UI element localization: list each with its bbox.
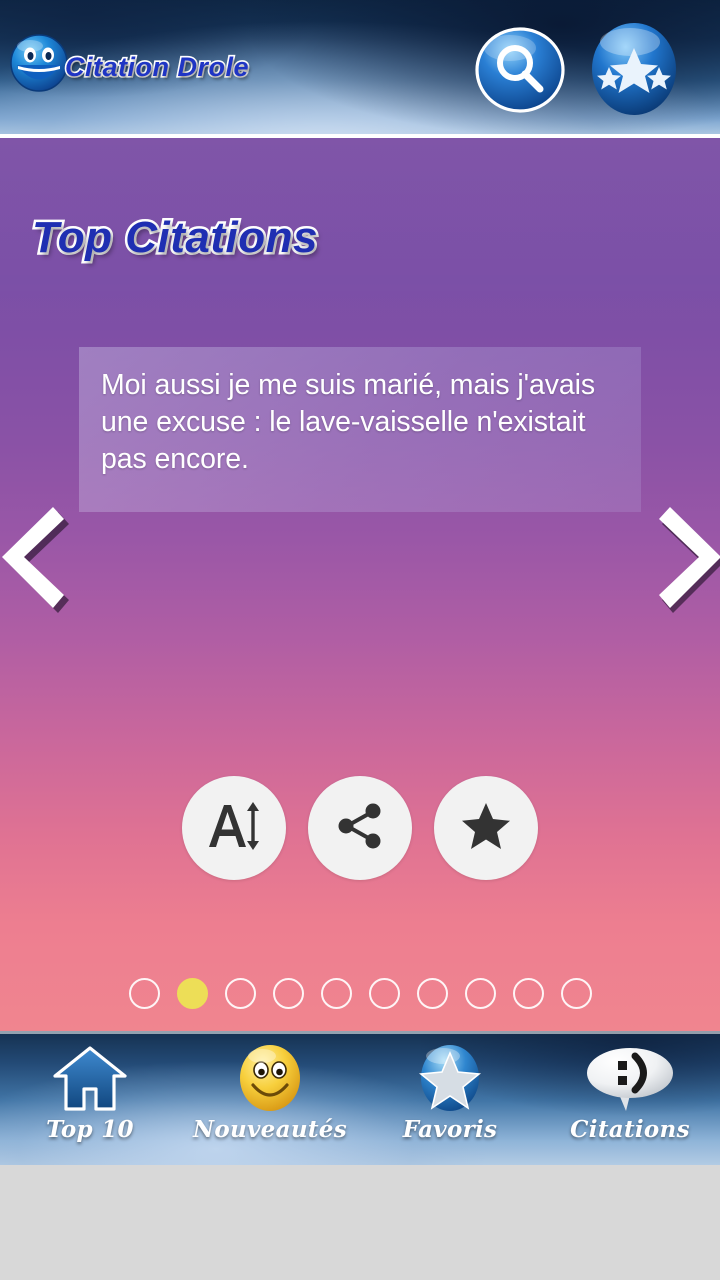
home-icon [52,1043,128,1115]
blue-smiley-icon [8,32,70,94]
share-button[interactable] [308,776,412,880]
bottom-navigation: Top 10 Nouveautés Favoris Citations [0,1031,720,1165]
speech-bubble-icon [582,1043,678,1115]
nav-label-nouveautes: Nouveautés [193,1116,347,1143]
nav-label-favoris: Favoris [402,1116,498,1143]
favorite-button[interactable] [434,776,538,880]
pagination-dot[interactable] [560,978,592,1009]
chevron-right-icon [645,507,720,624]
quote-card: Moi aussi je me suis marié, mais j'avais… [79,347,641,512]
nav-label-top10: Top 10 [46,1116,134,1143]
star-icon [460,801,512,856]
app-screen: Citation Drole Top Citations Moi aussi j… [0,0,720,1280]
three-stars-icon [586,23,682,122]
nav-item-favoris[interactable]: Favoris [360,1031,540,1165]
smiley-icon [234,1043,306,1115]
nav-item-citations[interactable]: Citations [540,1031,720,1165]
pagination-dot[interactable] [512,978,544,1009]
nav-item-top10[interactable]: Top 10 [0,1031,180,1165]
quote-text: Moi aussi je me suis marié, mais j'avais… [101,369,595,475]
font-size-icon [205,799,263,858]
next-quote-button[interactable] [645,495,720,620]
previous-quote-button[interactable] [0,495,78,620]
search-icon [474,27,566,118]
nav-item-nouveautes[interactable]: Nouveautés [180,1031,360,1165]
pagination-dot[interactable] [176,978,208,1009]
star-egg-icon [414,1043,486,1115]
title-zone: Top Citations [0,138,720,340]
app-header: Citation Drole [0,0,720,138]
pagination-dot[interactable] [320,978,352,1009]
pagination-dot[interactable] [416,978,448,1009]
pagination-dot[interactable] [272,978,304,1009]
bottom-filler [0,1165,720,1280]
page-title: Top Citations [30,211,320,265]
search-button[interactable] [474,26,566,114]
pagination-dot[interactable] [464,978,496,1009]
share-icon [335,801,385,856]
pagination-dot[interactable] [224,978,256,1009]
action-buttons [0,776,720,880]
pagination-dots [0,978,720,1009]
top-rated-button[interactable] [586,20,682,118]
font-size-button[interactable] [182,776,286,880]
pagination-dot[interactable] [128,978,160,1009]
chevron-left-icon [0,507,78,624]
main-content: Top Citations Moi aussi je me suis marié… [0,138,720,1031]
app-title: Citation Drole [63,50,250,83]
nav-label-citations: Citations [570,1116,690,1143]
pagination-dot[interactable] [368,978,400,1009]
